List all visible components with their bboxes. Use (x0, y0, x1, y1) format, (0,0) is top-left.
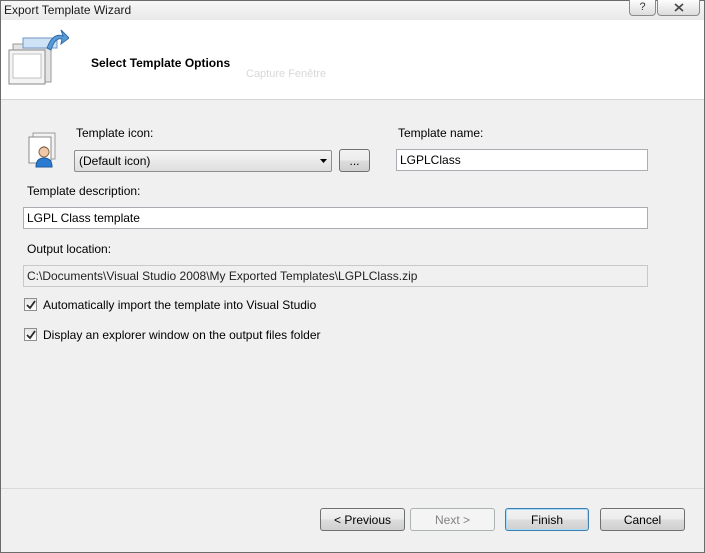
output-location-label: Output location: (27, 242, 112, 256)
auto-import-checkbox[interactable] (24, 298, 37, 311)
finish-button[interactable]: Finish (505, 508, 589, 531)
next-button-label: Next > (434, 512, 470, 527)
checkmark-icon (26, 300, 36, 310)
template-icon (28, 132, 56, 168)
template-description-label: Template description: (27, 184, 141, 198)
output-location-field: C:\Documents\Visual Studio 2008\My Expor… (23, 265, 648, 287)
help-button[interactable]: ? (629, 0, 656, 16)
page-title: Select Template Options (91, 56, 231, 70)
explorer-window-label[interactable]: Display an explorer window on the output… (43, 328, 321, 342)
export-template-wizard-window: Export Template Wizard ? Select Template… (0, 0, 705, 553)
capture-overlay-text: Capture Fenêtre (246, 68, 327, 80)
browse-button-label: ... (349, 153, 360, 168)
explorer-window-checkbox[interactable] (24, 328, 37, 341)
help-icon: ? (639, 1, 646, 13)
wizard-icon (8, 29, 69, 85)
previous-button[interactable]: < Previous (320, 508, 405, 531)
auto-import-label[interactable]: Automatically import the template into V… (43, 298, 316, 312)
window-title: Export Template Wizard (4, 3, 132, 17)
next-button[interactable]: Next > (410, 508, 495, 531)
template-icon-select[interactable]: (Default icon) (74, 150, 332, 172)
close-icon (673, 2, 684, 12)
wizard-header: Select Template Options Capture Fenêtre (1, 20, 704, 100)
checkmark-icon (26, 330, 36, 340)
template-name-input[interactable]: LGPLClass (396, 149, 648, 171)
close-button[interactable] (657, 0, 700, 16)
template-name-label: Template name: (398, 126, 484, 140)
cancel-button[interactable]: Cancel (600, 508, 685, 531)
title-bar: Export Template Wizard ? (1, 0, 704, 20)
template-icon-label: Template icon: (76, 126, 154, 140)
dropdown-arrow-icon (320, 159, 327, 163)
cancel-button-label: Cancel (623, 512, 662, 527)
previous-button-label: < Previous (333, 512, 392, 527)
finish-button-label: Finish (530, 512, 563, 527)
template-description-input[interactable]: LGPL Class template (23, 207, 648, 229)
browse-icon-button[interactable]: ... (339, 149, 370, 172)
footer-divider (1, 488, 704, 489)
template-icon-select-value: (Default icon) (79, 154, 151, 168)
